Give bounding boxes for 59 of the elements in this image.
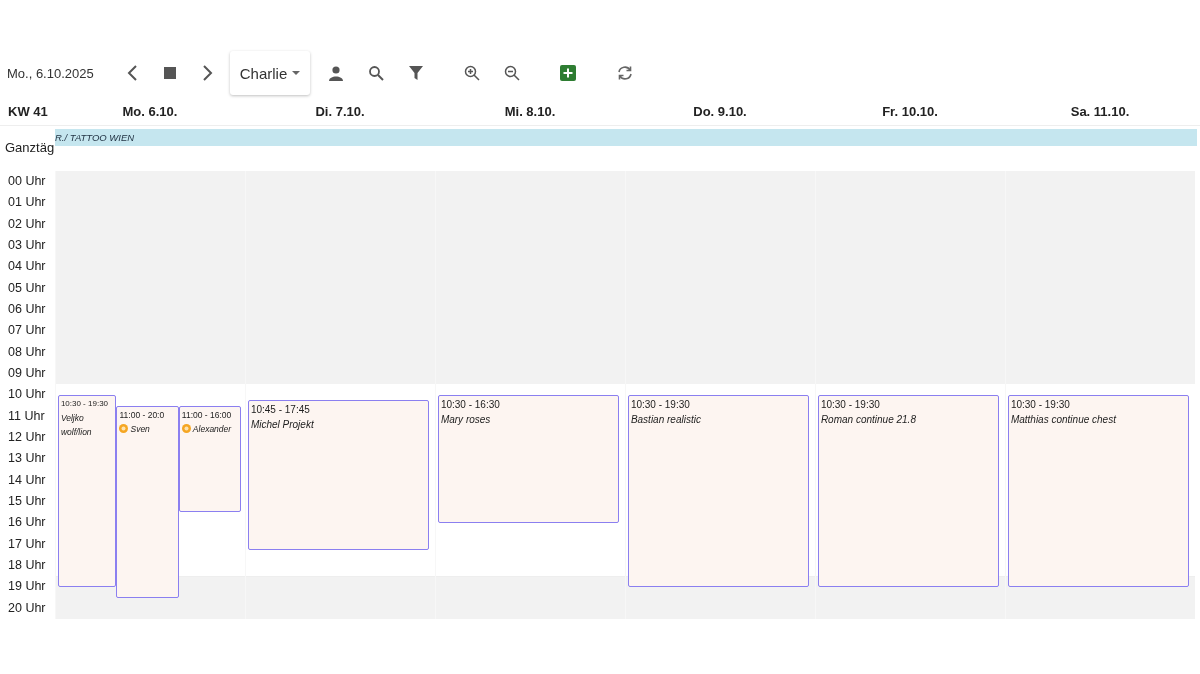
- caret-icon: [292, 71, 301, 75]
- square-icon: [163, 67, 176, 79]
- day-header: Do. 9.10.: [692, 103, 748, 119]
- appointment-time: 10:30 - 19:30: [630, 397, 691, 412]
- user-dropdown[interactable]: Charlie: [229, 51, 311, 95]
- appointment-time: 10:30 - 16:30: [440, 397, 501, 412]
- current-date: Mo., 6.10.2025: [7, 65, 94, 81]
- appointment[interactable]: 11:00 - 20:0 Sven: [116, 405, 179, 598]
- appointment[interactable]: 10:30 - 16:30 Mary roses: [437, 394, 620, 523]
- appointment-time: 11:00 - 16:00: [181, 408, 233, 422]
- day-header: Mo. 6.10.: [121, 103, 179, 119]
- appointment[interactable]: 10:30 - 19:30 Bastian realistic: [627, 394, 810, 587]
- hour-label: 19 Uhr: [7, 578, 47, 596]
- appointment-title: Matthias continue chest: [1010, 413, 1116, 425]
- appointment-time: 10:45 - 17:45: [250, 403, 311, 418]
- hour-label: 02 Uhr: [7, 215, 47, 233]
- hour-label: 15 Uhr: [7, 492, 47, 510]
- hour-label: 20 Uhr: [7, 599, 47, 617]
- appointment-title: Sven: [130, 423, 150, 434]
- day-header: Sa. 11.10.: [1069, 103, 1131, 119]
- day-header: Di. 7.10.: [314, 103, 366, 119]
- appointment[interactable]: 11:00 - 16:00 Alexander: [178, 405, 242, 513]
- appointment[interactable]: 10:30 - 19:30 Roman continue 21.8: [817, 394, 1000, 587]
- appointment[interactable]: 10:30 - 19:30 Matthias continue chest: [1007, 394, 1190, 587]
- hour-label: 00 Uhr: [7, 173, 47, 190]
- appointment-title: Roman continue 21.8: [820, 413, 916, 425]
- appointment-time: 10:30 - 19:30: [1010, 397, 1071, 412]
- all-day-event[interactable]: R./ TATTOO WIEN: [55, 129, 1197, 146]
- appointment-title: Mary roses: [440, 413, 491, 425]
- hour-label: 05 Uhr: [7, 279, 47, 297]
- chevron-left-icon: [125, 64, 140, 82]
- day-header: Fr. 10.10.: [881, 103, 939, 119]
- appointment-title: Bastian realistic: [630, 413, 701, 425]
- appointment-title: Michel Projekt: [250, 419, 314, 431]
- appointment-time: 11:00 - 20:0: [119, 408, 166, 422]
- appointment-time: 10:30 - 19:30: [60, 397, 110, 410]
- week-number: KW 41: [7, 103, 49, 119]
- hour-label: 18 Uhr: [7, 556, 47, 574]
- hour-label: 07 Uhr: [7, 322, 47, 340]
- hour-label: 12 Uhr: [7, 428, 47, 446]
- hour-label: 17 Uhr: [7, 535, 47, 553]
- hour-label: 11 Uhr: [7, 407, 46, 425]
- appointment-time: 10:30 - 19:30: [820, 397, 881, 412]
- hour-label: 08 Uhr: [7, 343, 47, 361]
- day-header: Mi. 8.10.: [503, 103, 557, 119]
- appointment[interactable]: 10:45 - 17:45 Michel Projekt: [247, 400, 430, 550]
- hour-label: 13 Uhr: [7, 450, 47, 468]
- hour-label: 01 Uhr: [7, 194, 47, 212]
- hour-label: 14 Uhr: [7, 471, 47, 489]
- appointment-title: Alexander: [192, 423, 232, 434]
- hour-label: 03 Uhr: [7, 237, 47, 254]
- appointment[interactable]: 10:30 - 19:30 Veljko wolf/lion: [57, 394, 117, 587]
- hour-label: 09 Uhr: [7, 364, 47, 382]
- all-day-label: Ganztäg: [4, 139, 55, 157]
- hour-label: 04 Uhr: [7, 258, 47, 276]
- appointment-title: Veljko wolf/lion: [60, 412, 92, 437]
- hour-label: 16 Uhr: [7, 514, 47, 532]
- hour-label: 06 Uhr: [7, 300, 47, 318]
- hour-label: 10 Uhr: [7, 386, 47, 404]
